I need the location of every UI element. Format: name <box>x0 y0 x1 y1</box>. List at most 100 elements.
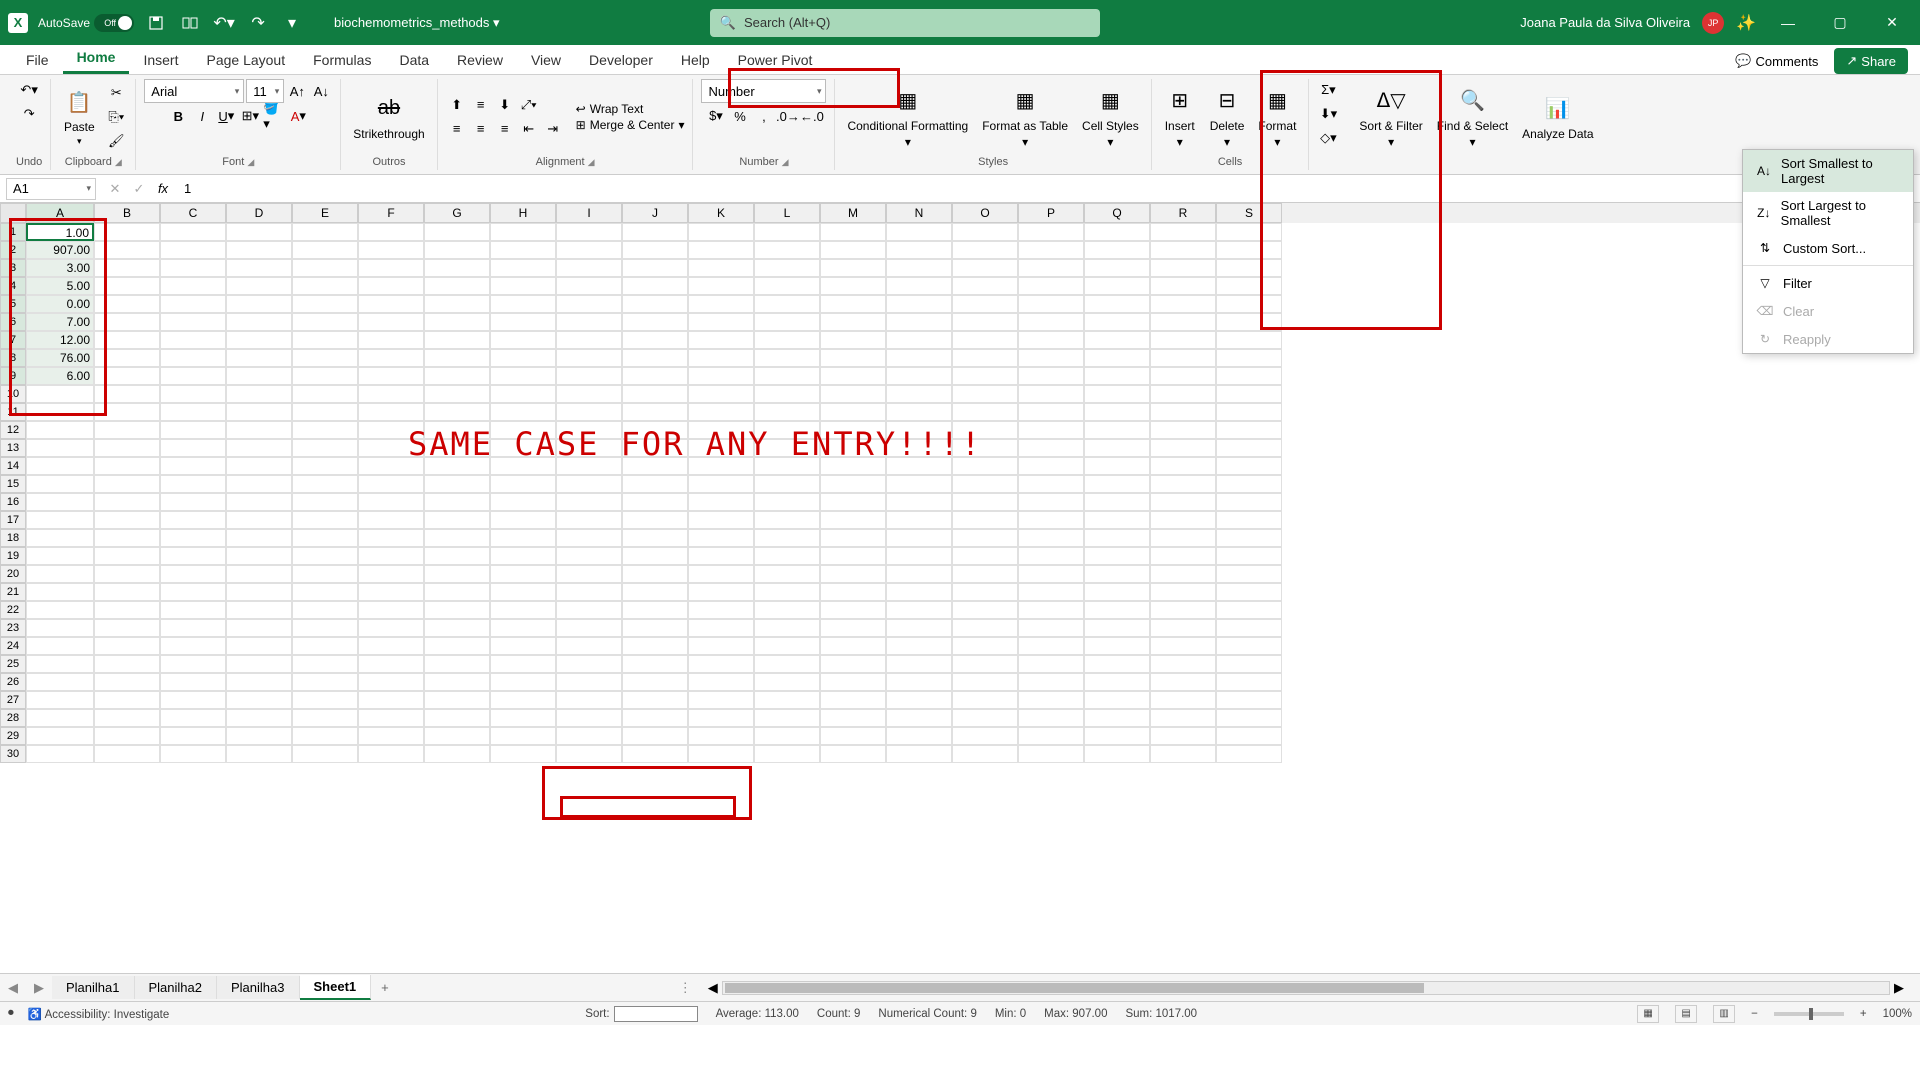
cell[interactable] <box>754 511 820 529</box>
cell[interactable] <box>952 331 1018 349</box>
cell[interactable] <box>424 727 490 745</box>
cell[interactable] <box>490 655 556 673</box>
cell[interactable] <box>886 727 952 745</box>
cell[interactable] <box>1216 493 1282 511</box>
sheet-tab-planilha2[interactable]: Planilha2 <box>135 976 218 999</box>
cell[interactable] <box>292 385 358 403</box>
cell[interactable] <box>886 277 952 295</box>
cell[interactable] <box>688 691 754 709</box>
cell[interactable] <box>26 601 94 619</box>
cell[interactable] <box>490 493 556 511</box>
cell[interactable] <box>820 367 886 385</box>
cell[interactable] <box>1084 277 1150 295</box>
cell[interactable] <box>160 223 226 241</box>
row-header[interactable]: 18 <box>0 529 26 547</box>
merge-center-button[interactable]: ⊞ Merge & Center ▾ <box>576 118 685 132</box>
cell[interactable] <box>1018 367 1084 385</box>
maximize-button[interactable]: ▢ <box>1820 8 1860 38</box>
cell[interactable] <box>754 529 820 547</box>
cell[interactable] <box>886 367 952 385</box>
cell[interactable] <box>886 295 952 313</box>
cell[interactable] <box>1018 691 1084 709</box>
cell[interactable] <box>1084 223 1150 241</box>
cell[interactable] <box>556 637 622 655</box>
cell[interactable] <box>292 637 358 655</box>
cell[interactable] <box>952 385 1018 403</box>
cell[interactable] <box>226 529 292 547</box>
cell[interactable] <box>688 313 754 331</box>
align-bottom-icon[interactable]: ⬇ <box>494 94 516 116</box>
cell[interactable] <box>226 277 292 295</box>
cell[interactable] <box>688 511 754 529</box>
cell[interactable]: 76.00 <box>26 349 94 367</box>
cell[interactable] <box>94 601 160 619</box>
cell[interactable] <box>94 223 160 241</box>
autosave-toggle[interactable]: AutoSave Off <box>38 14 134 32</box>
cell[interactable] <box>622 331 688 349</box>
row-header[interactable]: 23 <box>0 619 26 637</box>
cell[interactable] <box>94 295 160 313</box>
cell[interactable] <box>688 259 754 277</box>
cell[interactable] <box>1150 727 1216 745</box>
cell[interactable] <box>556 475 622 493</box>
cell[interactable]: 12.00 <box>26 331 94 349</box>
cell[interactable] <box>1018 241 1084 259</box>
cell[interactable] <box>226 331 292 349</box>
normal-view-icon[interactable]: ▦ <box>1637 1005 1659 1023</box>
cell[interactable] <box>1216 223 1282 241</box>
cell[interactable] <box>754 385 820 403</box>
cell[interactable] <box>952 529 1018 547</box>
cell[interactable] <box>26 385 94 403</box>
cell[interactable] <box>886 313 952 331</box>
cell[interactable] <box>1018 493 1084 511</box>
cell[interactable] <box>94 691 160 709</box>
increase-font-icon[interactable]: A↑ <box>286 80 308 102</box>
cell[interactable] <box>622 637 688 655</box>
cell[interactable] <box>886 349 952 367</box>
indent-inc-icon[interactable]: ⇥ <box>542 118 564 140</box>
cell[interactable] <box>1216 547 1282 565</box>
cell[interactable] <box>1216 709 1282 727</box>
cell[interactable] <box>292 259 358 277</box>
cell[interactable] <box>1150 691 1216 709</box>
column-header[interactable]: D <box>226 203 292 223</box>
cell[interactable] <box>160 583 226 601</box>
save-icon[interactable] <box>144 11 168 35</box>
cell[interactable] <box>820 601 886 619</box>
tab-review[interactable]: Review <box>443 46 517 74</box>
cell[interactable] <box>1216 565 1282 583</box>
cell[interactable] <box>556 709 622 727</box>
cell[interactable] <box>26 421 94 439</box>
cell[interactable] <box>1018 403 1084 421</box>
zoom-slider[interactable] <box>1774 1012 1844 1016</box>
column-header[interactable]: G <box>424 203 490 223</box>
cell[interactable] <box>1018 709 1084 727</box>
cell[interactable] <box>94 439 160 457</box>
cell[interactable] <box>26 529 94 547</box>
cell[interactable] <box>754 493 820 511</box>
cell[interactable] <box>688 475 754 493</box>
cell[interactable] <box>358 277 424 295</box>
cell[interactable] <box>226 565 292 583</box>
cell[interactable] <box>94 475 160 493</box>
menu-sort-desc[interactable]: Z↓Sort Largest to Smallest <box>1743 192 1913 234</box>
cell[interactable] <box>754 601 820 619</box>
cell[interactable] <box>1150 745 1216 763</box>
cell[interactable] <box>424 367 490 385</box>
cell[interactable] <box>622 403 688 421</box>
cell[interactable] <box>160 493 226 511</box>
cell[interactable] <box>226 493 292 511</box>
cell[interactable] <box>1084 349 1150 367</box>
qat-more-icon[interactable]: ▾ <box>280 11 304 35</box>
cell[interactable] <box>26 457 94 475</box>
comments-button[interactable]: 💬 Comments <box>1727 49 1826 73</box>
cell[interactable] <box>26 493 94 511</box>
sort-field[interactable]: Sort: <box>585 1006 697 1022</box>
cell[interactable] <box>1150 403 1216 421</box>
cell[interactable] <box>622 385 688 403</box>
cell[interactable] <box>622 313 688 331</box>
format-painter-icon[interactable]: 🖌 <box>105 130 127 152</box>
cell[interactable] <box>424 241 490 259</box>
cell[interactable] <box>688 583 754 601</box>
cell[interactable] <box>556 385 622 403</box>
